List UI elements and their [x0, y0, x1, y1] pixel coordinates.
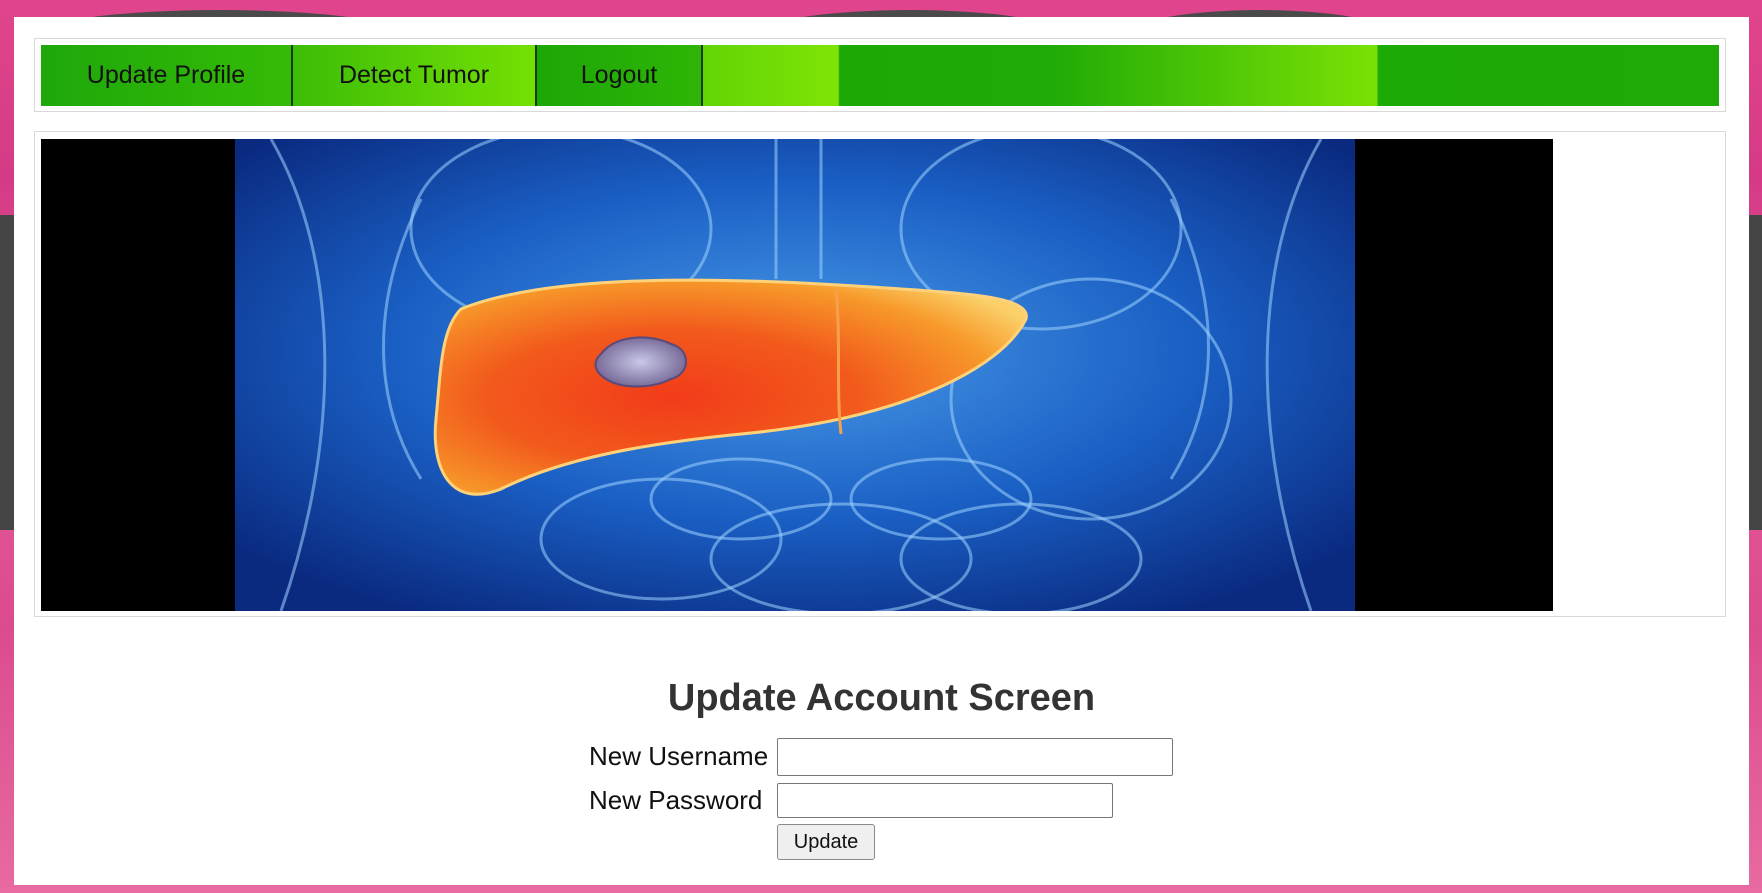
page-title: Update Account Screen [667, 677, 1096, 719]
background-band-left [0, 215, 14, 530]
top-nav-bar: Update Profile Detect Tumor Logout [41, 45, 1719, 106]
username-label: New Username [589, 741, 769, 771]
update-button[interactable]: Update [777, 824, 875, 860]
new-password-input[interactable] [777, 783, 1113, 818]
background-band-right [1749, 215, 1762, 530]
nav-update-profile[interactable]: Update Profile [41, 45, 293, 106]
nav-logout[interactable]: Logout [537, 45, 703, 106]
liver-illustration [41, 139, 1553, 611]
new-username-input[interactable] [777, 738, 1173, 776]
password-label: New Password [589, 785, 763, 815]
nav-detect-tumor[interactable]: Detect Tumor [293, 45, 537, 106]
page-container: Update Profile Detect Tumor Logout Updat… [14, 17, 1749, 885]
hero-image-liver-tumor [41, 139, 1553, 611]
